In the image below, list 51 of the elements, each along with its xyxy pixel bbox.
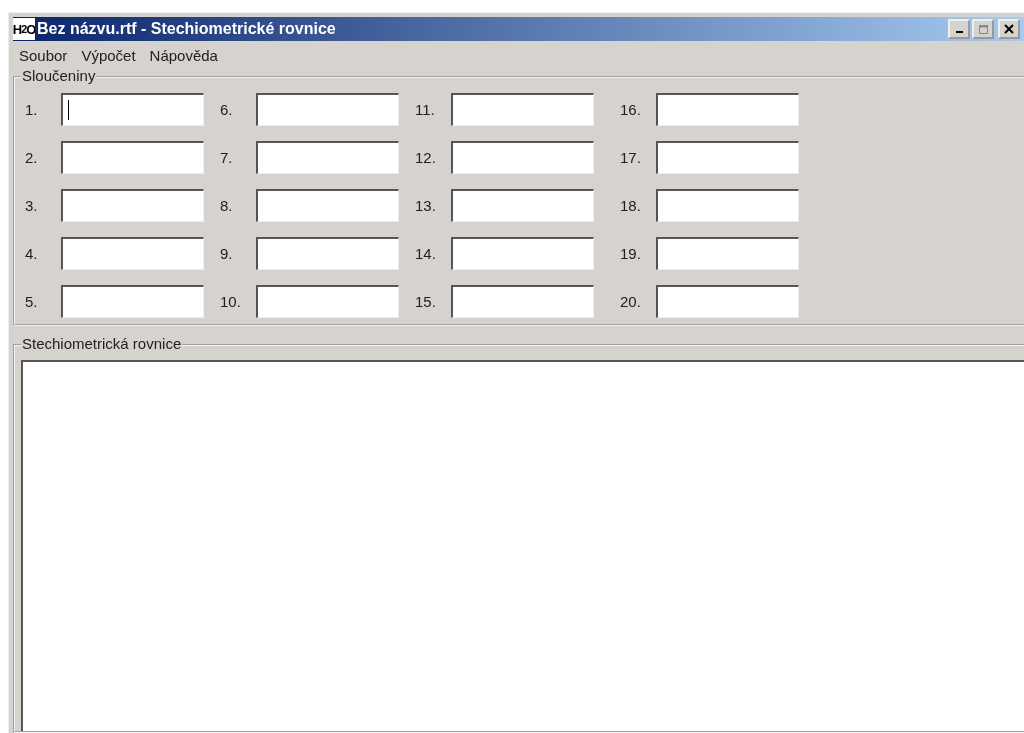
field-label: 10.	[220, 292, 242, 310]
field-label: 11.	[415, 100, 436, 118]
compound-field[interactable]	[451, 188, 594, 222]
minimize-button[interactable]	[948, 19, 970, 39]
field-label: 13.	[415, 196, 437, 214]
compound-field[interactable]	[451, 284, 594, 318]
field-label: 9.	[220, 244, 234, 262]
compound-field[interactable]	[451, 236, 594, 270]
field-label: 3.	[25, 196, 39, 214]
compound-field[interactable]	[656, 284, 799, 318]
field-label: 16.	[620, 100, 642, 118]
compound-field[interactable]	[256, 284, 399, 318]
compound-field[interactable]	[61, 236, 204, 270]
group-title: Sloučeniny	[21, 67, 97, 84]
field-label: 1.	[25, 100, 39, 118]
menu-item[interactable]: Výpočet	[81, 47, 136, 64]
field-label: 8.	[220, 196, 234, 214]
compound-field[interactable]	[256, 236, 399, 270]
compound-field[interactable]	[656, 140, 799, 174]
compound-field[interactable]	[61, 92, 204, 126]
menu-item[interactable]: Nápověda	[149, 47, 218, 64]
compound-field[interactable]	[61, 284, 204, 318]
maximize-icon	[978, 24, 988, 34]
field-label: 15.	[415, 292, 437, 310]
compound-field[interactable]	[61, 140, 204, 174]
field-label: 7.	[220, 148, 234, 166]
compound-field[interactable]	[61, 188, 204, 222]
field-label: 18.	[620, 196, 642, 214]
minimize-icon	[955, 31, 963, 33]
group-title: Stechiometrická rovnice	[21, 335, 183, 352]
field-label: 6.	[220, 100, 234, 118]
window-title: Bez názvu.rtf - Stechiometrické rovnice	[37, 20, 336, 38]
compound-field[interactable]	[451, 92, 594, 126]
field-label: 4.	[25, 244, 39, 262]
field-label: 14.	[415, 244, 437, 262]
field-label: 12.	[415, 148, 437, 166]
compound-field[interactable]	[256, 92, 399, 126]
close-button[interactable]	[998, 19, 1020, 39]
close-icon	[1004, 24, 1014, 34]
field-label: 19.	[620, 244, 642, 262]
compound-field[interactable]	[256, 140, 399, 174]
field-label: 20.	[620, 292, 642, 310]
compound-field[interactable]	[451, 140, 594, 174]
compound-field[interactable]	[656, 92, 799, 126]
field-label: 17.	[620, 148, 642, 166]
compound-field[interactable]	[656, 236, 799, 270]
menu-item[interactable]: Soubor	[19, 47, 68, 64]
compound-field[interactable]	[256, 188, 399, 222]
field-label: 5.	[25, 292, 39, 310]
compound-field[interactable]	[656, 188, 799, 222]
field-label: 2.	[25, 148, 39, 166]
